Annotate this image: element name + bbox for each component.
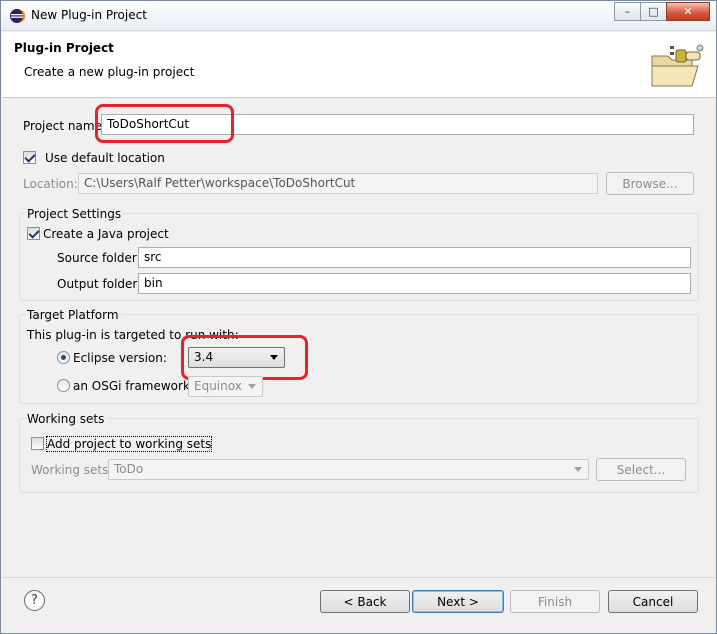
eclipse-icon: [10, 9, 25, 23]
cancel-button[interactable]: Cancel: [608, 590, 698, 613]
select-working-sets-button[interactable]: Select...: [596, 458, 686, 481]
output-folder-label: Output folder:: [57, 277, 142, 291]
next-button[interactable]: Next >: [412, 590, 504, 613]
location-label: Location:: [23, 177, 78, 191]
location-input[interactable]: C:\Users\Ralf Petter\workspace\ToDoShort…: [78, 173, 598, 194]
window-title: New Plug-in Project: [31, 8, 147, 22]
project-name-label: Project name:: [23, 119, 106, 133]
create-java-project-checkbox[interactable]: [27, 227, 40, 240]
footer-separator: [2, 577, 716, 578]
eclipse-version-highlight: [181, 335, 308, 380]
osgi-framework-dropdown[interactable]: Equinox: [188, 376, 263, 397]
plugin-folder-icon: [651, 44, 704, 87]
working-sets-value: ToDo: [114, 462, 144, 476]
page-title: Plug-in Project: [14, 41, 114, 55]
wizard-header: Plug-in Project Create a new plug-in pro…: [2, 32, 716, 98]
working-sets-title: Working sets: [25, 412, 107, 426]
page-subtitle: Create a new plug-in project: [24, 65, 195, 79]
window-controls: – □ ✕: [614, 2, 710, 21]
output-folder-input[interactable]: bin: [138, 273, 691, 294]
source-folder-label: Source folder:: [57, 251, 141, 265]
create-java-project-label: Create a Java project: [43, 227, 169, 241]
finish-button[interactable]: Finish: [510, 590, 600, 613]
source-folder-input[interactable]: src: [138, 247, 691, 268]
osgi-framework-value: Equinox: [194, 379, 242, 393]
osgi-framework-label: an OSGi framework:: [73, 379, 194, 393]
maximize-button[interactable]: □: [640, 2, 667, 21]
working-sets-group: [19, 418, 699, 493]
minimize-button[interactable]: –: [614, 2, 641, 21]
browse-button[interactable]: Browse...: [606, 172, 694, 195]
use-default-location-checkbox[interactable]: [23, 151, 36, 164]
target-platform-title: Target Platform: [25, 308, 121, 322]
title-bar[interactable]: New Plug-in Project – □ ✕: [1, 1, 716, 31]
eclipse-version-radio[interactable]: [57, 351, 70, 364]
add-to-working-sets-label: Add project to working sets: [45, 436, 213, 452]
eclipse-version-label: Eclipse version:: [73, 351, 167, 365]
add-to-working-sets-checkbox[interactable]: [31, 437, 44, 450]
chevron-down-icon: [248, 384, 256, 389]
chevron-down-icon: [574, 467, 582, 472]
new-plugin-project-dialog: New Plug-in Project – □ ✕ Plug-in Projec…: [0, 0, 717, 634]
osgi-framework-radio[interactable]: [57, 379, 70, 392]
help-icon[interactable]: ?: [24, 590, 45, 611]
use-default-location-label: Use default location: [45, 151, 165, 165]
project-name-highlight: [95, 104, 234, 143]
back-button[interactable]: < Back: [320, 590, 410, 613]
project-settings-title: Project Settings: [25, 207, 124, 221]
close-button[interactable]: ✕: [666, 2, 710, 21]
working-sets-dropdown[interactable]: ToDo: [108, 459, 589, 480]
working-sets-label: Working sets:: [31, 463, 113, 477]
